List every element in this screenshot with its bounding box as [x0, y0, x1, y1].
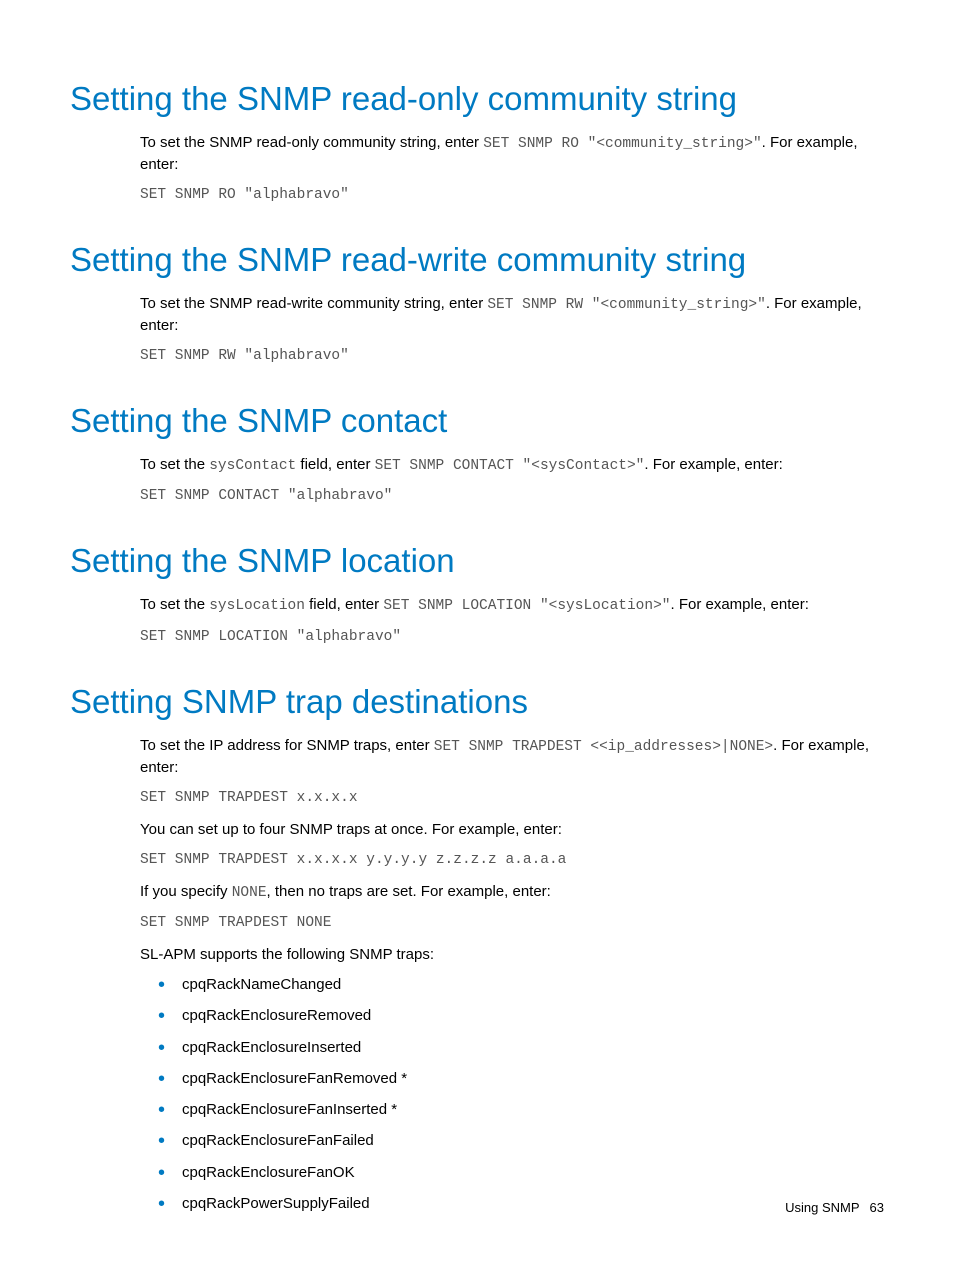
text: , then no traps are set. For example, en… [267, 883, 551, 900]
body-snmp-trapdest: To set the IP address for SNMP traps, en… [140, 736, 884, 1214]
list-item: cpqRackEnclosureFanFailed [140, 1131, 884, 1151]
code-block: SET SNMP RO "alphabravo" [140, 185, 884, 207]
list-item: cpqRackEnclosureFanRemoved * [140, 1069, 884, 1089]
code-block: SET SNMP TRAPDEST NONE [140, 913, 884, 935]
inline-code: SET SNMP RO "<community_string>" [483, 136, 761, 152]
inline-code: SET SNMP LOCATION "<sysLocation>" [383, 598, 670, 614]
code-block: SET SNMP TRAPDEST x.x.x.x [140, 788, 884, 810]
inline-code: sysLocation [209, 598, 305, 614]
footer-page-number: 63 [870, 1200, 884, 1215]
list-item: cpqRackEnclosureRemoved [140, 1006, 884, 1026]
text: If you specify [140, 883, 232, 900]
text: To set the [140, 456, 209, 473]
heading-snmp-contact: Setting the SNMP contact [70, 400, 884, 441]
text: field, enter [305, 596, 383, 613]
para: To set the SNMP read-write community str… [140, 294, 884, 336]
list-item: cpqRackEnclosureFanInserted * [140, 1100, 884, 1120]
inline-code: SET SNMP RW "<community_string>" [487, 297, 765, 313]
inline-code: SET SNMP CONTACT "<sysContact>" [375, 458, 645, 474]
para: To set the sysLocation field, enter SET … [140, 595, 884, 617]
inline-code: NONE [232, 885, 267, 901]
trap-list: cpqRackNameChanged cpqRackEnclosureRemov… [140, 975, 884, 1214]
text: To set the SNMP read-write community str… [140, 295, 487, 312]
text: . For example, enter: [670, 596, 808, 613]
body-snmp-rw: To set the SNMP read-write community str… [140, 294, 884, 368]
text: . For example, enter: [644, 456, 782, 473]
code-block: SET SNMP CONTACT "alphabravo" [140, 486, 884, 508]
para: If you specify NONE, then no traps are s… [140, 882, 884, 904]
code-block: SET SNMP TRAPDEST x.x.x.x y.y.y.y z.z.z.… [140, 850, 884, 872]
para: To set the sysContact field, enter SET S… [140, 455, 884, 477]
body-snmp-location: To set the sysLocation field, enter SET … [140, 595, 884, 648]
heading-snmp-location: Setting the SNMP location [70, 540, 884, 581]
para: To set the SNMP read-only community stri… [140, 133, 884, 175]
inline-code: SET SNMP TRAPDEST <<ip_addresses>|NONE> [434, 739, 773, 755]
list-item: cpqRackEnclosureFanOK [140, 1163, 884, 1183]
list-item: cpqRackPowerSupplyFailed [140, 1194, 884, 1214]
para: SL-APM supports the following SNMP traps… [140, 945, 884, 965]
body-snmp-contact: To set the sysContact field, enter SET S… [140, 455, 884, 508]
text: To set the [140, 596, 209, 613]
heading-snmp-trapdest: Setting SNMP trap destinations [70, 681, 884, 722]
footer-text: Using SNMP [785, 1200, 859, 1215]
text: field, enter [296, 456, 374, 473]
text: To set the IP address for SNMP traps, en… [140, 737, 434, 754]
code-block: SET SNMP LOCATION "alphabravo" [140, 627, 884, 649]
document-page: Setting the SNMP read-only community str… [0, 0, 954, 1265]
page-footer: Using SNMP 63 [785, 1200, 884, 1215]
heading-snmp-ro: Setting the SNMP read-only community str… [70, 78, 884, 119]
list-item: cpqRackEnclosureInserted [140, 1038, 884, 1058]
heading-snmp-rw: Setting the SNMP read-write community st… [70, 239, 884, 280]
list-item: cpqRackNameChanged [140, 975, 884, 995]
para: To set the IP address for SNMP traps, en… [140, 736, 884, 778]
code-block: SET SNMP RW "alphabravo" [140, 346, 884, 368]
para: You can set up to four SNMP traps at onc… [140, 820, 884, 840]
text: To set the SNMP read-only community stri… [140, 134, 483, 151]
inline-code: sysContact [209, 458, 296, 474]
body-snmp-ro: To set the SNMP read-only community stri… [140, 133, 884, 207]
